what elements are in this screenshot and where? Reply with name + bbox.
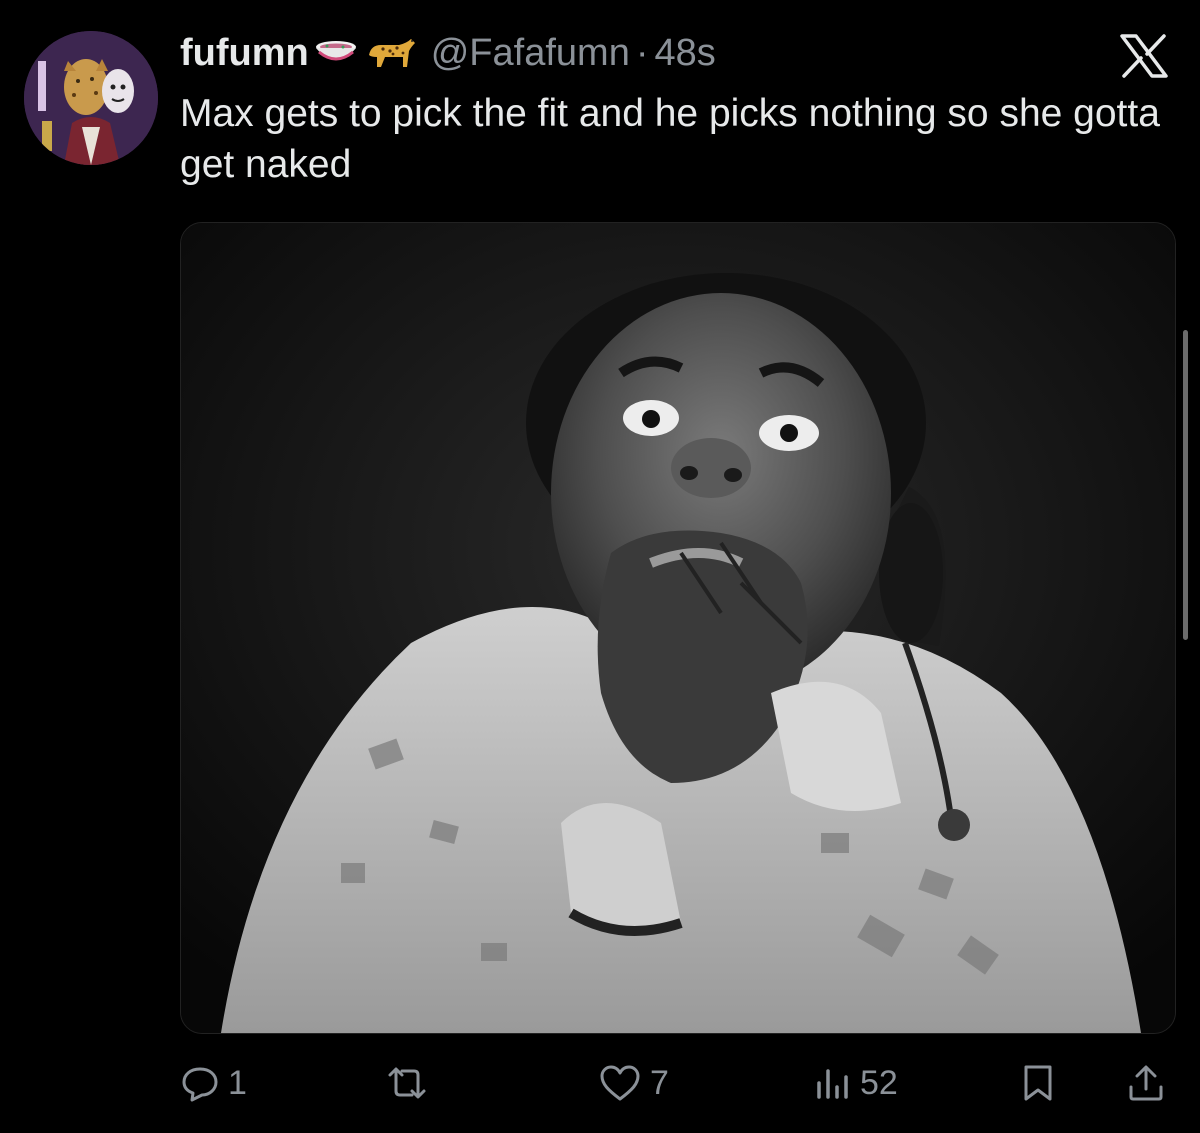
share-icon — [1126, 1063, 1166, 1103]
tweet-text: Max gets to pick the fit and he picks no… — [180, 92, 1160, 186]
bookmark-icon — [1018, 1063, 1058, 1103]
separator-dot: · — [635, 31, 649, 74]
reply-count: 1 — [228, 1063, 247, 1102]
x-logo-icon[interactable] — [1118, 34, 1170, 78]
views-button[interactable]: 52 — [812, 1055, 898, 1111]
like-count: 7 — [650, 1063, 669, 1102]
display-name[interactable]: fufumn — [180, 32, 309, 75]
tweet-media-image[interactable] — [180, 222, 1176, 1034]
bookmark-button[interactable] — [1018, 1055, 1058, 1111]
user-handle[interactable]: @Fafafumn — [431, 32, 630, 75]
tweet: fufumn @Fafafumn · 48s Max gets to pick … — [0, 0, 1200, 1133]
repost-button[interactable] — [382, 1055, 440, 1111]
bowl-emoji — [313, 38, 359, 68]
scrollbar[interactable] — [1183, 330, 1188, 640]
like-button[interactable]: 7 — [598, 1055, 669, 1111]
action-bar: 1 7 52 — [0, 1055, 1200, 1111]
views-icon — [812, 1063, 852, 1103]
tweet-header: fufumn @Fafafumn · 48s — [180, 28, 716, 78]
leopard-emoji — [363, 33, 417, 73]
repost-icon — [382, 1063, 432, 1103]
reply-button[interactable]: 1 — [180, 1055, 247, 1111]
share-button[interactable] — [1126, 1055, 1166, 1111]
view-count: 52 — [860, 1063, 898, 1102]
avatar-illustration — [24, 31, 158, 165]
timestamp[interactable]: 48s — [654, 32, 715, 75]
reply-icon — [180, 1063, 220, 1103]
heart-icon — [598, 1063, 642, 1103]
avatar[interactable] — [24, 31, 158, 165]
